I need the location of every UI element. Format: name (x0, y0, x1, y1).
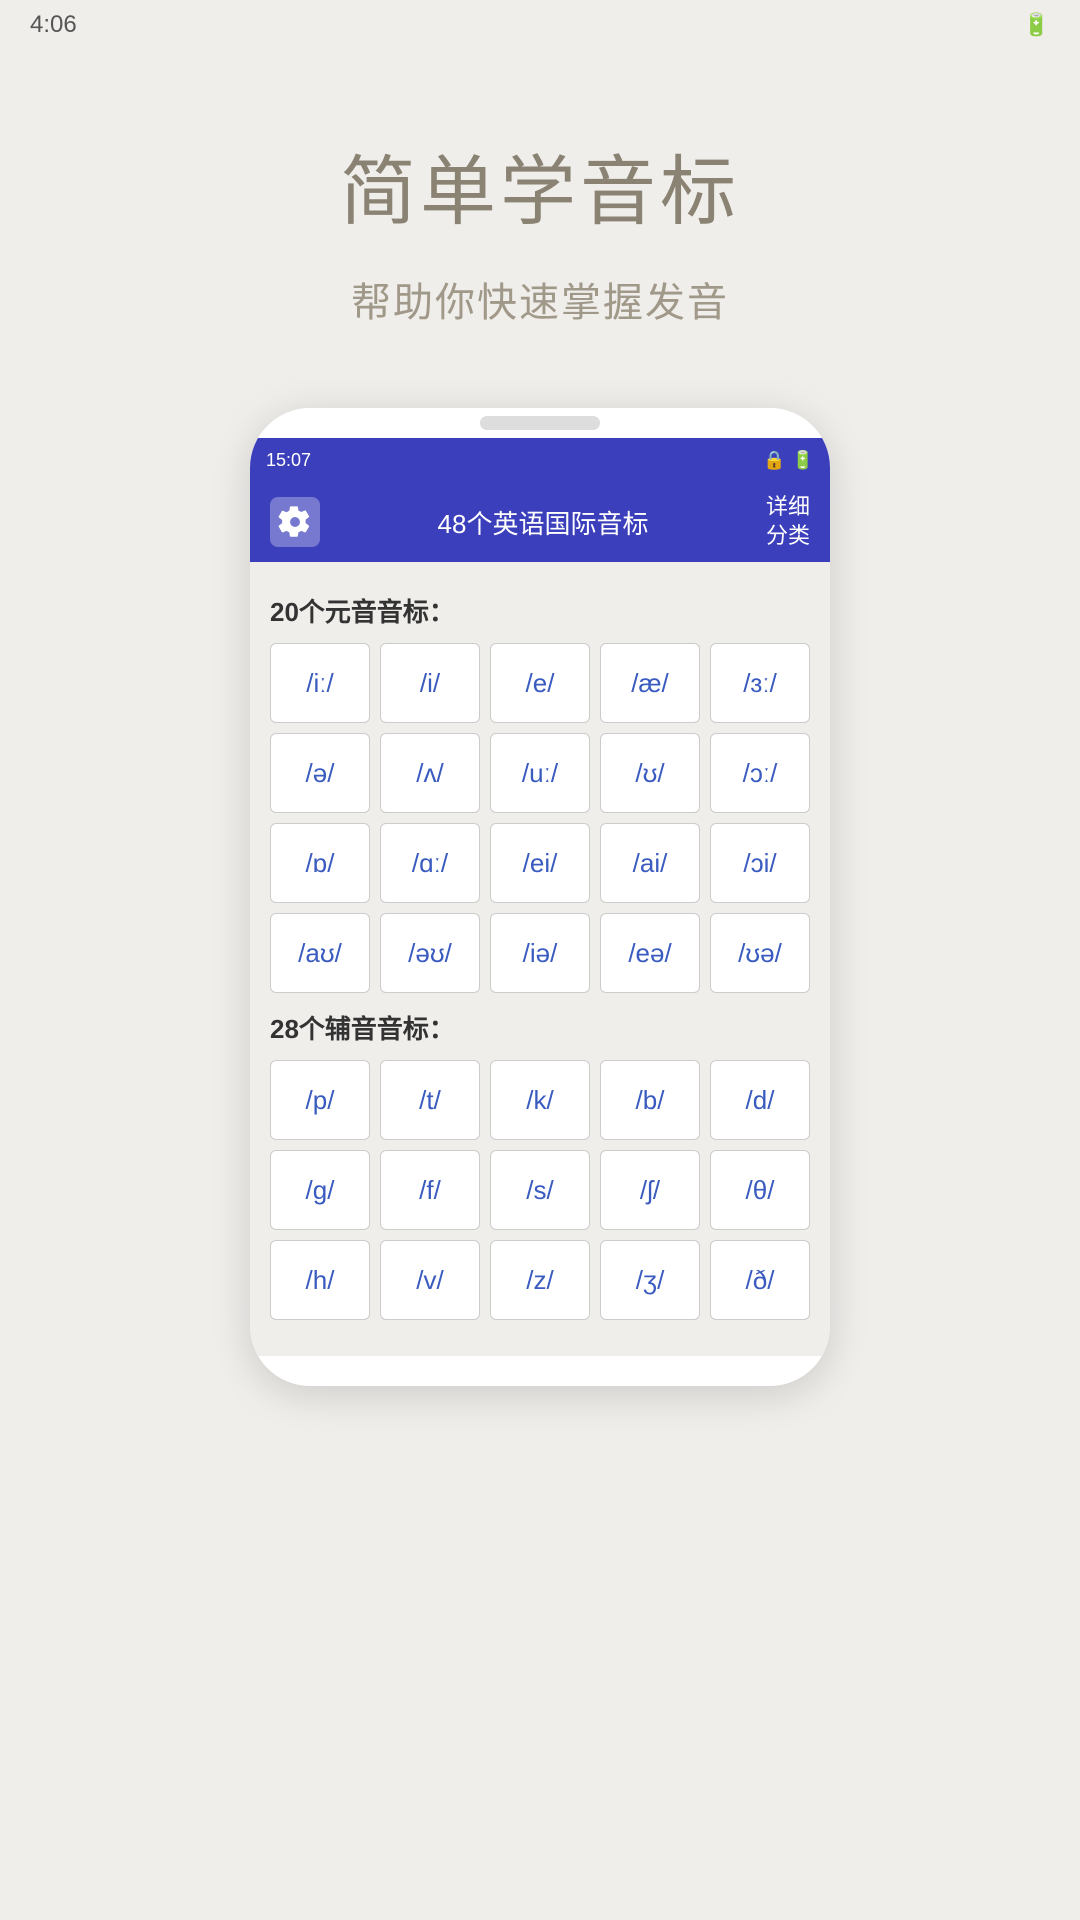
vowel-phoneme-cell[interactable]: /ʌ/ (380, 733, 480, 813)
phone-battery-icon: 🔋 (792, 450, 814, 471)
consonant-phoneme-cell[interactable]: /g/ (270, 1150, 370, 1230)
consonant-phoneme-cell[interactable]: /v/ (380, 1240, 480, 1320)
phone-lock-icon: 🔒 (763, 450, 785, 471)
vowel-phoneme-cell[interactable]: /ɔi/ (710, 823, 810, 903)
vowel-phoneme-cell[interactable]: /ɔː/ (710, 733, 810, 813)
settings-button[interactable] (270, 497, 320, 547)
outer-time: 4:06 (30, 11, 77, 39)
phone-notch (480, 416, 600, 430)
phone-header-title: 48个英语国际音标 (438, 504, 649, 541)
app-title: 简单学音标 (340, 130, 740, 240)
vowel-phoneme-cell[interactable]: /ɑː/ (380, 823, 480, 903)
vowel-phoneme-cell[interactable]: /e/ (490, 643, 590, 723)
phone-header: 48个英语国际音标 详细分类 (250, 482, 830, 562)
vowel-phoneme-cell[interactable]: /aʊ/ (270, 913, 370, 993)
vowel-phoneme-cell[interactable]: /iə/ (490, 913, 590, 993)
phone-status-bar: 15:07 🔒 🔋 (250, 438, 830, 482)
consonant-phoneme-cell[interactable]: /s/ (490, 1150, 590, 1230)
consonant-phoneme-cell[interactable]: /ʃ/ (600, 1150, 700, 1230)
consonant-phoneme-cell[interactable]: /t/ (380, 1060, 480, 1140)
phone-time: 15:07 (266, 450, 311, 471)
consonant-phoneme-cell[interactable]: /p/ (270, 1060, 370, 1140)
consonant-phoneme-cell[interactable]: /θ/ (710, 1150, 810, 1230)
phone-top-bar (250, 408, 830, 438)
vowel-phoneme-cell[interactable]: /ɜː/ (710, 643, 810, 723)
vowel-phoneme-cell[interactable]: /iː/ (270, 643, 370, 723)
consonant-phoneme-cell[interactable]: /b/ (600, 1060, 700, 1140)
consonant-phoneme-cell[interactable]: /ʒ/ (600, 1240, 700, 1320)
gear-icon (278, 505, 312, 539)
phone-content: 20个元音音标： /iː//i//e//æ//ɜː//ə//ʌ//uː//ʊ//… (250, 562, 830, 1356)
outer-status-bar: 4:06 🔋 (0, 0, 1080, 50)
consonant-grid: /p//t//k//b//d//g//f//s//ʃ//θ//h//v//z//… (270, 1060, 810, 1320)
vowel-phoneme-cell[interactable]: /ai/ (600, 823, 700, 903)
phone-status-right: 🔒 🔋 (763, 450, 814, 471)
consonant-phoneme-cell[interactable]: /ð/ (710, 1240, 810, 1320)
vowel-section-title: 20个元音音标： (270, 592, 810, 629)
app-subtitle: 帮助你快速掌握发音 (351, 270, 729, 328)
vowel-phoneme-cell[interactable]: /ʊ/ (600, 733, 700, 813)
consonant-section-title: 28个辅音音标： (270, 1009, 810, 1046)
vowel-grid: /iː//i//e//æ//ɜː/ /ə//ʌ//uː//ʊ//ɔː/ /ɒ//ɑː… (270, 643, 810, 993)
consonant-phoneme-cell[interactable]: /k/ (490, 1060, 590, 1140)
battery-icon: 🔋 (1023, 12, 1050, 38)
vowel-phoneme-cell[interactable]: /əʊ/ (380, 913, 480, 993)
vowel-phoneme-cell[interactable]: /ɒ/ (270, 823, 370, 903)
vowel-phoneme-cell[interactable]: /ə/ (270, 733, 370, 813)
detail-classify-label: 详细分类 (766, 494, 810, 548)
consonant-phoneme-cell[interactable]: /z/ (490, 1240, 590, 1320)
vowel-phoneme-cell[interactable]: /ʊə/ (710, 913, 810, 993)
consonant-phoneme-cell[interactable]: /h/ (270, 1240, 370, 1320)
consonant-phoneme-cell[interactable]: /d/ (710, 1060, 810, 1140)
vowel-phoneme-cell[interactable]: /æ/ (600, 643, 700, 723)
consonant-phoneme-cell[interactable]: /f/ (380, 1150, 480, 1230)
vowel-phoneme-cell[interactable]: /uː/ (490, 733, 590, 813)
detail-classify-button[interactable]: 详细分类 (766, 493, 810, 550)
phone-mockup: 15:07 🔒 🔋 48个英语国际音标 详细分类 20个元音音标： /iː//i… (250, 408, 830, 1386)
consonant-section: 28个辅音音标： /p//t//k//b//d//g//f//s//ʃ//θ//… (270, 1009, 810, 1320)
vowel-phoneme-cell[interactable]: /i/ (380, 643, 480, 723)
vowel-phoneme-cell[interactable]: /eə/ (600, 913, 700, 993)
vowel-phoneme-cell[interactable]: /ei/ (490, 823, 590, 903)
outer-status-right: 🔋 (1023, 12, 1050, 38)
